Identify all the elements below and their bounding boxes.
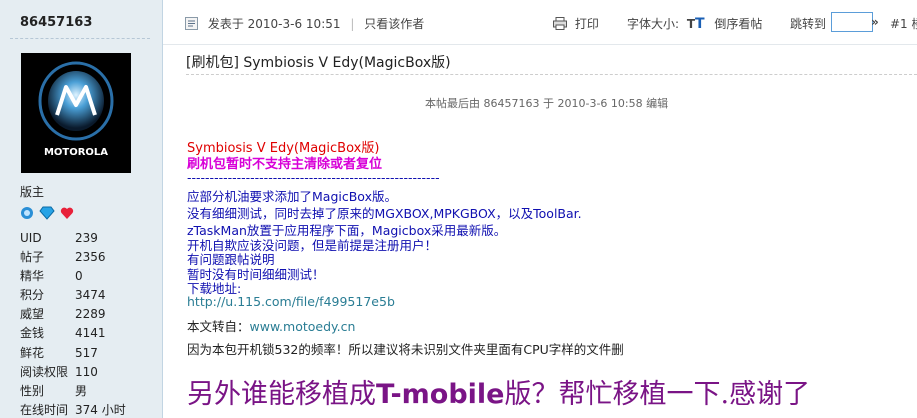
source-prefix: 本文转自： (187, 319, 250, 334)
medal-list (20, 206, 75, 222)
stat-value: 3474 (75, 288, 106, 303)
stat-label: 精华 (20, 269, 45, 284)
content-line: 本文转自：www.motoedy.cn (187, 316, 355, 335)
post-meta: 发表于 2010-3-6 10:51 | 只看该作者 (185, 15, 424, 33)
stat-label: 鲜花 (20, 345, 45, 360)
stat-row: 帖子 2356 (20, 248, 150, 267)
diamond-icon[interactable] (39, 206, 55, 223)
stat-row: 金钱 4141 (20, 324, 150, 343)
avatar[interactable]: MOTOROLA (21, 53, 131, 173)
profile-stats: UID 239 帖子 2356 精华 0 积分 3474 威望 2289 金钱 4141 鲜… (20, 229, 150, 418)
author-username[interactable]: 86457163 (20, 15, 92, 30)
print-button[interactable]: 打印 (553, 15, 599, 33)
stat-value: 2289 (75, 307, 106, 322)
font-size-control: 字体大小: T (627, 15, 695, 32)
font-size-label: 字体大小: (627, 17, 680, 31)
big-request-text: 另外谁能移植成T-mobile版？帮忙移植一下.感谢了 (187, 372, 810, 411)
big-text-part: 另外谁能移植成 (187, 379, 376, 410)
user-group[interactable]: 版主 (20, 183, 44, 200)
author-sidebar: 86457163 MOTOROLA 版主 UID 239 帖子 2356 精华 … (0, 0, 163, 418)
stat-row: 鲜花 517 (20, 344, 150, 363)
stat-row: 威望 2289 (20, 305, 150, 324)
stat-label: UID (20, 231, 42, 245)
source-link[interactable]: www.motoedy.cn (250, 319, 356, 334)
stat-value: 4141 (75, 326, 106, 341)
stat-row: 在线时间 374 小时 (20, 401, 150, 418)
stat-row: 积分 3474 (20, 286, 150, 305)
stat-row: 精华 0 (20, 267, 150, 286)
stat-label: 积分 (20, 288, 45, 303)
stat-label: 在线时间 (20, 402, 69, 417)
post-title: [刷机包] Symbiosis V Edy(MagicBox版) (186, 55, 451, 71)
divider (186, 74, 917, 75)
stat-value: 374 小时 (75, 402, 126, 417)
stat-row: UID 239 (20, 229, 150, 248)
stat-label: 帖子 (20, 250, 45, 265)
jump-to-label: 跳转到 (790, 17, 827, 31)
heart-icon[interactable] (60, 206, 74, 223)
post-date: 发表于 2010-3-6 10:51 (207, 17, 341, 31)
edit-note: 本帖最后由 86457163 于 2010-3-6 10:58 编辑 (425, 97, 669, 110)
stat-label: 金钱 (20, 326, 45, 341)
stat-value: 0 (75, 269, 83, 284)
post-icon (185, 17, 198, 33)
stat-row: 阅读权限 110 (20, 363, 150, 382)
reverse-order-label: 倒序看帖 (714, 17, 763, 31)
stat-value: 517 (75, 345, 98, 360)
jump-to-input[interactable] (831, 12, 873, 32)
stat-label: 性别 (20, 383, 45, 398)
post-header: 发表于 2010-3-6 10:51 | 只看该作者 打印 字体大小: T T … (163, 0, 917, 45)
download-link[interactable]: http://u.115.com/file/f499517e5b (187, 294, 395, 309)
stat-value: 239 (75, 231, 98, 245)
post-number[interactable]: #1 楼 (890, 15, 917, 32)
reverse-order-icon: T (695, 16, 705, 32)
big-text-part: 版？帮忙移植一下.感谢了 (504, 379, 811, 410)
divider (10, 38, 150, 39)
content-line: 因为本包开机锁532的频率！所以建议将未识别文件夹里面有CPU字样的文件删 (187, 342, 624, 357)
stat-label: 阅读权限 (20, 364, 69, 379)
stat-value: 男 (75, 383, 88, 398)
stat-label: 威望 (20, 307, 45, 322)
stat-row: 性别 男 (20, 382, 150, 401)
only-author-link[interactable]: 只看该作者 (364, 17, 424, 31)
print-label: 打印 (574, 17, 599, 31)
print-icon (553, 17, 567, 33)
medal-icon[interactable] (20, 206, 34, 223)
stat-value: 110 (75, 364, 98, 379)
motorola-logo-icon: MOTOROLA (21, 53, 131, 173)
big-text-bold: T-mobile (376, 379, 505, 410)
font-size-t-button[interactable]: T (687, 17, 695, 31)
separator: | (350, 17, 355, 31)
stat-value[interactable]: 2356 (75, 248, 150, 267)
avatar-brand-text: MOTOROLA (44, 147, 108, 158)
jump-go-button[interactable]: » (871, 15, 879, 29)
content-line: ----------------------------------------… (187, 170, 440, 185)
reverse-order-button[interactable]: T 倒序看帖 (695, 15, 762, 32)
